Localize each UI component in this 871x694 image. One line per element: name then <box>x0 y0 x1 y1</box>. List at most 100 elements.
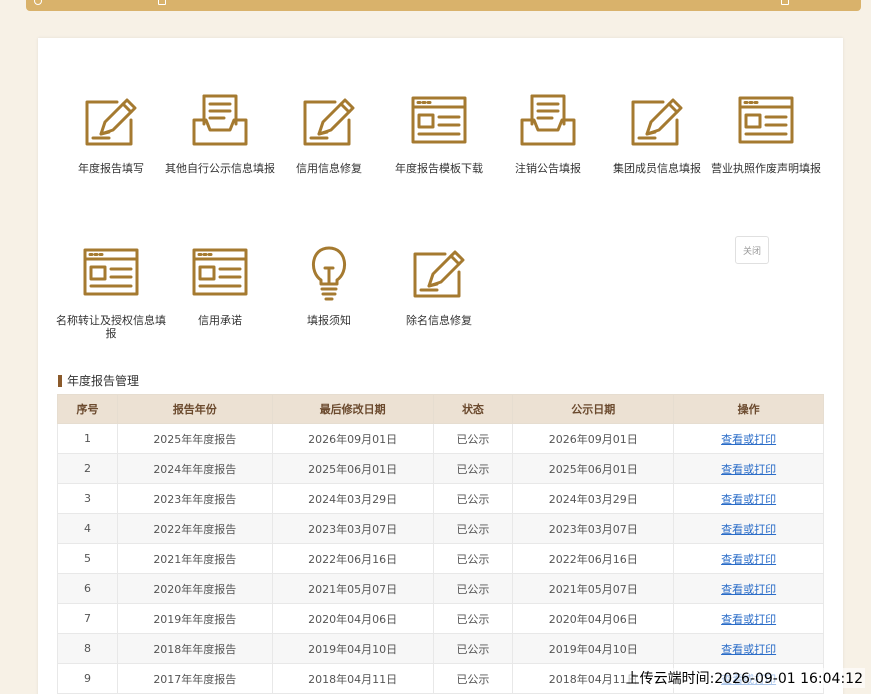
window-form-icon <box>81 242 141 302</box>
cell-last-modified: 2022年06月16日 <box>271 543 434 574</box>
top-toolbar <box>26 0 861 11</box>
view-or-print-link[interactable]: 查看或打印 <box>721 433 776 446</box>
cell-last-modified: 2024年03月29日 <box>271 483 434 514</box>
cell-publish-date: 2024年03月29日 <box>512 483 675 514</box>
cell-status: 已公示 <box>432 423 514 454</box>
header-report-year: 报告年份 <box>116 394 273 424</box>
pencil-form-icon <box>627 90 687 150</box>
function-label: 集团成员信息填报 <box>613 162 701 175</box>
main-panel: 年度报告填写 其他自行公示信息填报 信用信息修复 年度报告模板下载 注销公告填报 集团成员… <box>38 38 843 694</box>
cell-index: 9 <box>57 663 118 694</box>
cell-last-modified: 2019年04月10日 <box>271 633 434 664</box>
document-icon[interactable] <box>158 0 166 5</box>
view-or-print-link[interactable]: 查看或打印 <box>721 493 776 506</box>
cell-report-year: 2023年年度报告 <box>116 483 273 514</box>
function-item[interactable]: 除名信息修复 <box>384 242 494 327</box>
cell-index: 1 <box>57 423 118 454</box>
cell-index: 5 <box>57 543 118 574</box>
section-title-text: 年度报告管理 <box>67 374 140 388</box>
inbox-tray-icon <box>190 90 250 150</box>
cell-report-year: 2017年年度报告 <box>116 663 273 694</box>
table-row: 1 2025年年度报告 2026年09月01日 已公示 2026年09月01日 查看或打印 <box>57 423 824 454</box>
pencil-form-icon <box>81 90 141 150</box>
function-item[interactable]: 信用承诺 <box>165 242 275 327</box>
cell-publish-date: 2019年04月10日 <box>512 633 675 664</box>
function-label: 营业执照作废声明填报 <box>711 162 821 175</box>
table-row: 6 2020年年度报告 2021年05月07日 已公示 2021年05月07日 查看或打印 <box>57 573 824 604</box>
function-label: 注销公告填报 <box>515 162 581 175</box>
cell-report-year: 2020年年度报告 <box>116 573 273 604</box>
cell-last-modified: 2025年06月01日 <box>271 453 434 484</box>
view-or-print-link[interactable]: 查看或打印 <box>721 553 776 566</box>
cell-status: 已公示 <box>432 543 514 574</box>
function-item[interactable]: 集团成员信息填报 <box>602 90 712 175</box>
pencil-form-icon <box>409 242 469 302</box>
cell-index: 7 <box>57 603 118 634</box>
cell-last-modified: 2018年04月11日 <box>271 663 434 694</box>
cell-publish-date: 2023年03月07日 <box>512 513 675 544</box>
function-item[interactable]: 年度报告填写 <box>56 90 166 175</box>
function-item[interactable]: 年度报告模板下载 <box>384 90 494 175</box>
function-item[interactable]: 名称转让及授权信息填报 <box>56 242 166 340</box>
function-item[interactable]: 信用信息修复 <box>274 90 384 175</box>
view-or-print-link[interactable]: 查看或打印 <box>721 523 776 536</box>
function-label: 信用信息修复 <box>296 162 362 175</box>
cell-publish-date: 2025年06月01日 <box>512 453 675 484</box>
cell-operation: 查看或打印 <box>673 483 824 514</box>
pencil-form-icon <box>299 90 359 150</box>
section-title-marker <box>58 374 62 387</box>
section-title: 年度报告管理 <box>58 374 140 388</box>
function-label: 除名信息修复 <box>406 314 472 327</box>
function-label: 年度报告填写 <box>78 162 144 175</box>
cell-operation: 查看或打印 <box>673 513 824 544</box>
cell-report-year: 2022年年度报告 <box>116 513 273 544</box>
function-label: 信用承诺 <box>198 314 242 327</box>
table-row: 4 2022年年度报告 2023年03月07日 已公示 2023年03月07日 查看或打印 <box>57 513 824 544</box>
cell-publish-date: 2026年09月01日 <box>512 423 675 454</box>
cell-report-year: 2019年年度报告 <box>116 603 273 634</box>
function-label: 年度报告模板下载 <box>395 162 483 175</box>
cell-report-year: 2018年年度报告 <box>116 633 273 664</box>
cell-operation: 查看或打印 <box>673 423 824 454</box>
header-index: 序号 <box>57 394 118 424</box>
table-row: 2 2024年年度报告 2025年06月01日 已公示 2025年06月01日 查看或打印 <box>57 453 824 484</box>
cell-status: 已公示 <box>432 483 514 514</box>
view-or-print-link[interactable]: 查看或打印 <box>721 583 776 596</box>
header-operation: 操作 <box>673 394 824 424</box>
lightbulb-icon <box>299 242 359 302</box>
table-header-row: 序号 报告年份 最后修改日期 状态 公示日期 操作 <box>57 394 824 424</box>
cell-publish-date: 2022年06月16日 <box>512 543 675 574</box>
cell-last-modified: 2021年05月07日 <box>271 573 434 604</box>
view-or-print-link[interactable]: 查看或打印 <box>721 613 776 626</box>
menu-icon[interactable] <box>781 0 789 5</box>
cell-status: 已公示 <box>432 603 514 634</box>
cell-publish-date: 2021年05月07日 <box>512 573 675 604</box>
refresh-icon[interactable] <box>34 0 42 5</box>
cell-index: 8 <box>57 633 118 664</box>
cell-report-year: 2025年年度报告 <box>116 423 273 454</box>
window-form-icon <box>409 90 469 150</box>
table-row: 5 2021年年度报告 2022年06月16日 已公示 2022年06月16日 查看或打印 <box>57 543 824 574</box>
close-button[interactable]: 关闭 <box>735 236 769 264</box>
cell-index: 3 <box>57 483 118 514</box>
cell-operation: 查看或打印 <box>673 543 824 574</box>
view-or-print-link[interactable]: 查看或打印 <box>721 463 776 476</box>
function-item[interactable]: 注销公告填报 <box>493 90 603 175</box>
table-row: 7 2019年年度报告 2020年04月06日 已公示 2020年04月06日 查看或打印 <box>57 603 824 634</box>
cell-publish-date: 2020年04月06日 <box>512 603 675 634</box>
function-item[interactable]: 填报须知 <box>274 242 384 327</box>
cell-last-modified: 2023年03月07日 <box>271 513 434 544</box>
function-item[interactable]: 其他自行公示信息填报 <box>165 90 275 175</box>
cell-status: 已公示 <box>432 453 514 484</box>
window-form-icon <box>736 90 796 150</box>
annual-report-table: 序号 报告年份 最后修改日期 状态 公示日期 操作 1 2025年年度报告 2026… <box>57 394 824 694</box>
cell-status: 已公示 <box>432 513 514 544</box>
cell-operation: 查看或打印 <box>673 633 824 664</box>
view-or-print-link[interactable]: 查看或打印 <box>721 643 776 656</box>
window-form-icon <box>190 242 250 302</box>
function-item[interactable]: 营业执照作废声明填报 <box>711 90 821 175</box>
function-label: 名称转让及授权信息填报 <box>56 314 166 340</box>
cell-index: 2 <box>57 453 118 484</box>
cell-last-modified: 2026年09月01日 <box>271 423 434 454</box>
cell-report-year: 2021年年度报告 <box>116 543 273 574</box>
